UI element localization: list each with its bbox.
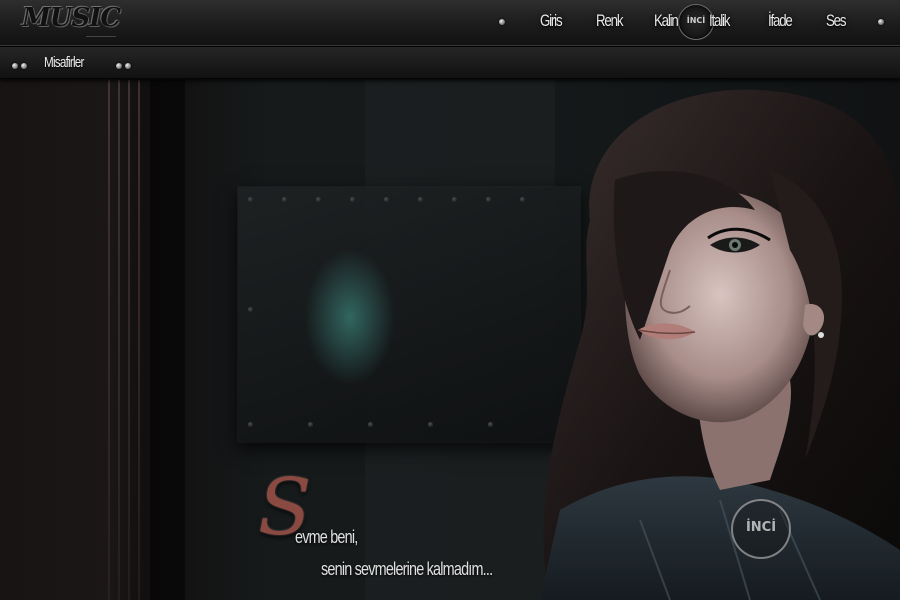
quote-line-1: evme beni, [295, 527, 358, 547]
panel-rivet [452, 197, 457, 202]
nav-logo-badge-text: İNCİ [686, 16, 706, 25]
site-logo[interactable]: MUSIC [22, 3, 121, 33]
background-stripe [138, 80, 140, 600]
panel-rivet [248, 197, 253, 202]
background-stripe [108, 80, 110, 600]
panel-rivet [248, 422, 253, 427]
background-dark-band [150, 80, 185, 600]
nav-item-renk[interactable]: Renk [596, 11, 623, 31]
watermark-badge: İNCİ [731, 499, 791, 559]
nav-item-italik[interactable]: Italik [709, 11, 730, 31]
watermark-badge-text: İNCİ [745, 520, 777, 535]
nav-item-ses[interactable]: Ses [826, 11, 847, 31]
background-stripe [118, 80, 120, 600]
subnav-rivet-icon [116, 63, 122, 69]
quote-initial-letter: S [258, 463, 312, 553]
panel-rivet [316, 197, 321, 202]
background-stripe [128, 80, 130, 600]
panel-rivet [486, 197, 491, 202]
guests-link[interactable]: Misafirler [44, 54, 84, 71]
panel-rivet [350, 197, 355, 202]
panel-rivet [308, 422, 313, 427]
page: İNCİ S evme beni, senin sevmelerine kalm… [0, 0, 900, 600]
panel-rivet [248, 307, 253, 312]
top-navigation-bar: MUSIC Giris Renk İNCİ Kalin Italik İfade… [0, 0, 900, 46]
nav-item-ifade[interactable]: İfade [768, 11, 793, 31]
subnav-rivet-icon [125, 63, 131, 69]
panel-rivet [368, 422, 373, 427]
secondary-navigation-bar: Misafirler [0, 47, 900, 79]
portrait-image [540, 89, 900, 600]
subnav-rivet-icon [21, 63, 27, 69]
subnav-rivet-icon [12, 63, 18, 69]
panel-rivet [418, 197, 423, 202]
nav-rivet-right-icon [878, 19, 884, 25]
panel-rivet [488, 422, 493, 427]
nav-rivet-left-icon [499, 19, 505, 25]
nav-item-giris[interactable]: Giris [540, 11, 563, 31]
logo-underline [86, 36, 116, 40]
panel-rivet [384, 197, 389, 202]
panel-rivet [282, 197, 287, 202]
panel-rivet [428, 422, 433, 427]
nav-item-kalin[interactable]: Kalin [654, 11, 679, 31]
